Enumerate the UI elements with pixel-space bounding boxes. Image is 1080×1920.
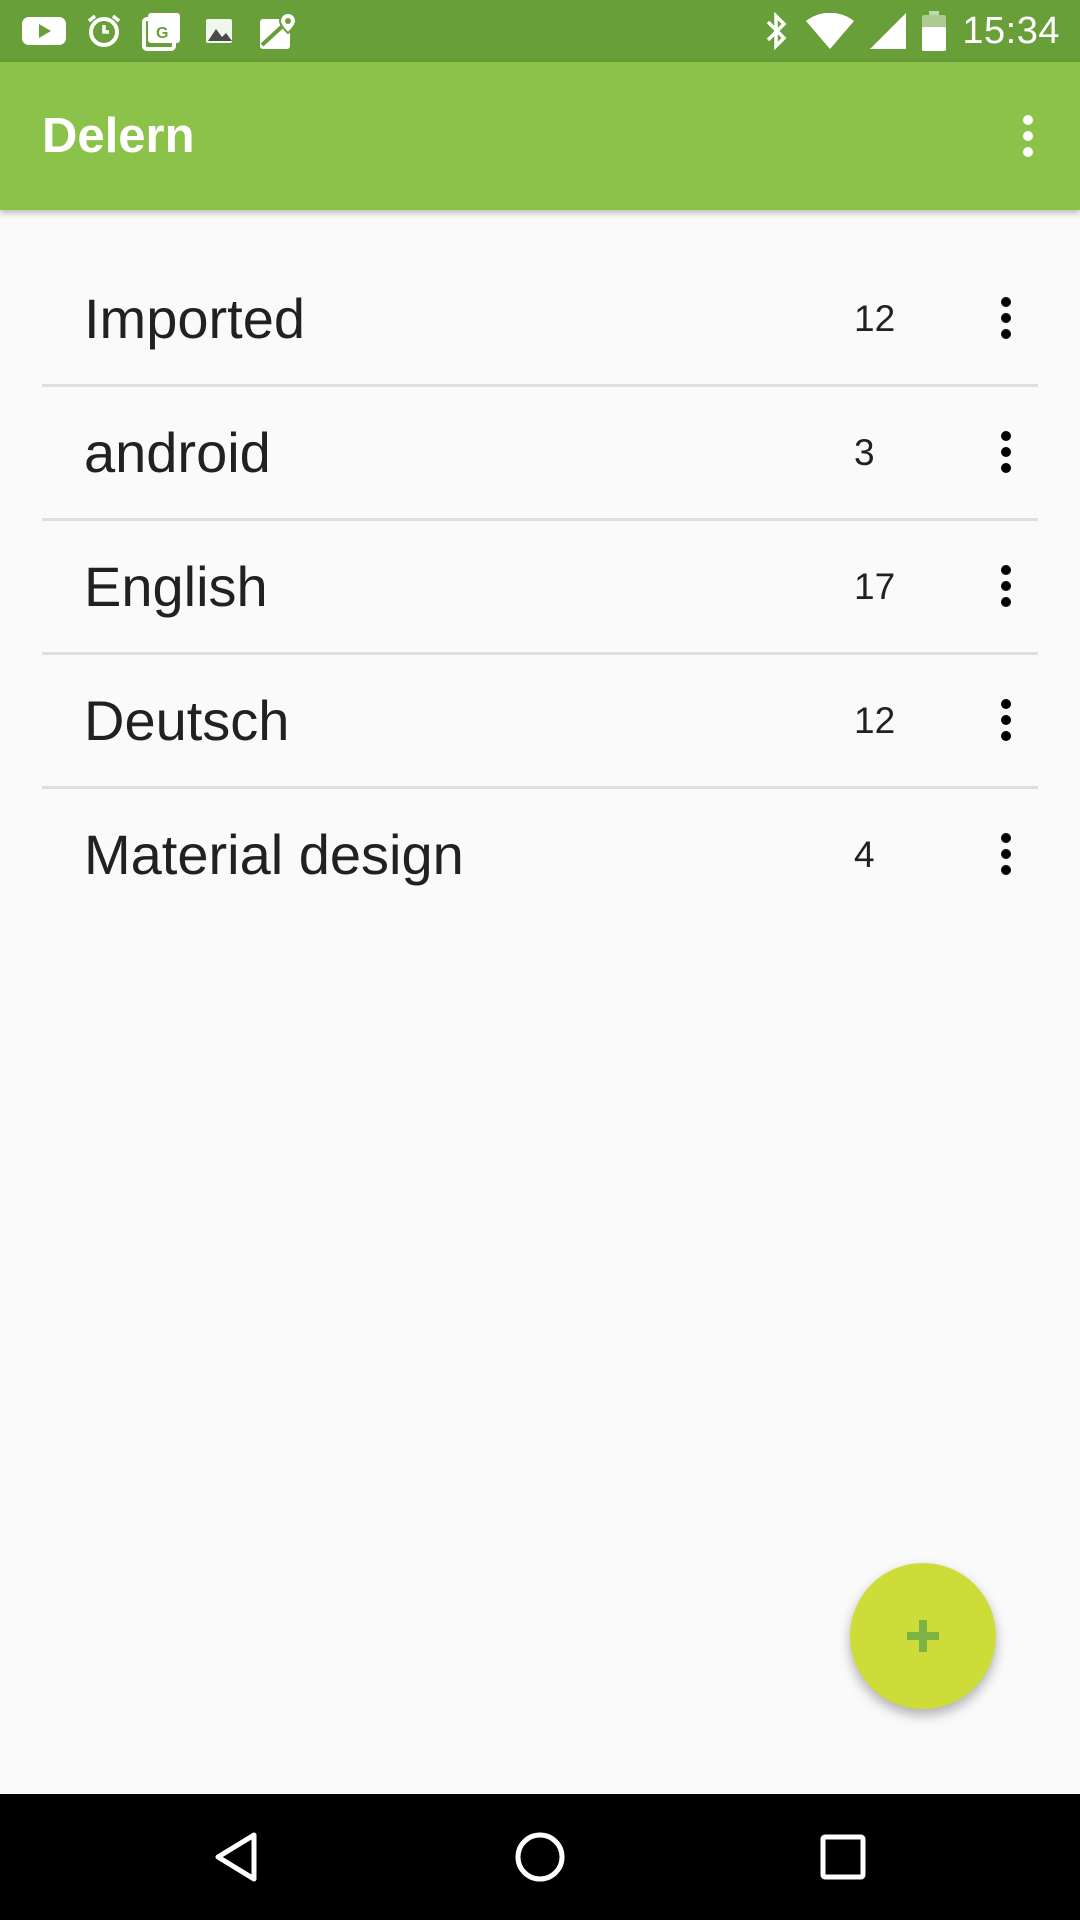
add-deck-fab[interactable] <box>850 1563 996 1709</box>
deck-card-count: 12 <box>854 298 896 339</box>
overflow-menu-button[interactable] <box>996 102 1060 170</box>
add-icon <box>907 1620 939 1652</box>
deck-name: android <box>84 421 271 484</box>
image-icon <box>202 15 238 47</box>
deck-name: Imported <box>84 287 305 350</box>
home-icon <box>515 1832 565 1882</box>
status-time: 15:34 <box>962 9 1060 52</box>
app-bar: Delern <box>0 62 1080 210</box>
alarm-icon <box>86 13 122 49</box>
deck-row[interactable]: android 3 <box>42 387 1038 521</box>
deck-row[interactable]: Imported 12 <box>42 253 1038 387</box>
home-button[interactable] <box>500 1817 580 1897</box>
more-vert-icon <box>1001 297 1011 339</box>
deck-card-count: 17 <box>854 566 896 607</box>
back-button[interactable] <box>196 1817 276 1897</box>
maps-icon <box>258 11 298 51</box>
status-bar: G 15:34 <box>0 0 1080 62</box>
deck-row[interactable]: Deutsch 12 <box>42 655 1038 789</box>
svg-text:G: G <box>156 25 168 42</box>
deck-menu-button[interactable] <box>976 284 1036 352</box>
bluetooth-icon <box>764 12 790 50</box>
deck-menu-button[interactable] <box>976 418 1036 486</box>
deck-card-count: 4 <box>854 834 875 875</box>
battery-icon <box>922 11 947 51</box>
notification-icons: G <box>22 0 298 62</box>
youtube-icon <box>22 15 66 47</box>
more-vert-icon <box>1001 565 1011 607</box>
deck-name: Material design <box>84 823 464 886</box>
deck-list: Imported 12 android 3 English 17 Deutsch… <box>42 253 1038 920</box>
deck-card-count: 12 <box>854 700 896 741</box>
deck-name: English <box>84 555 268 618</box>
deck-menu-button[interactable] <box>976 820 1036 888</box>
signal-icon <box>870 13 907 49</box>
google-plus-icon: G <box>142 11 182 51</box>
back-icon <box>215 1832 257 1882</box>
deck-name: Deutsch <box>84 689 290 752</box>
navigation-bar <box>0 1794 1080 1920</box>
recents-button[interactable] <box>803 1817 883 1897</box>
system-indicators: 15:34 <box>764 0 1060 62</box>
deck-menu-button[interactable] <box>976 686 1036 754</box>
more-vert-icon <box>1001 431 1011 473</box>
more-vert-icon <box>1001 699 1011 741</box>
deck-row[interactable]: English 17 <box>42 521 1038 655</box>
deck-card-count: 3 <box>854 432 875 473</box>
more-vert-icon <box>1023 115 1033 157</box>
app-title: Delern <box>42 109 195 163</box>
more-vert-icon <box>1001 833 1011 875</box>
deck-row[interactable]: Material design 4 <box>42 789 1038 920</box>
wifi-icon <box>806 13 855 49</box>
recents-icon <box>820 1834 866 1880</box>
deck-menu-button[interactable] <box>976 552 1036 620</box>
